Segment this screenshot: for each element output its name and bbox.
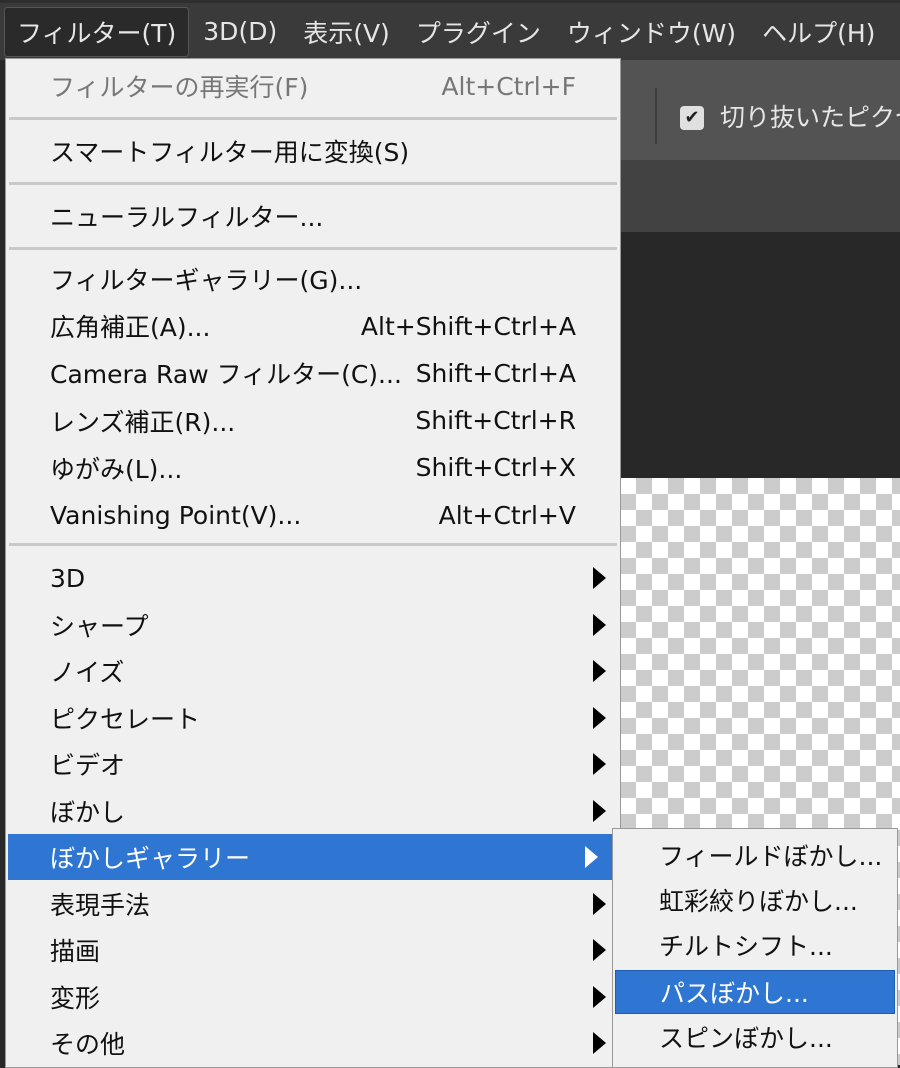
menu-item-label: ぼかしギャラリー (50, 844, 251, 873)
menu-item[interactable]: 変形 (6, 974, 620, 1020)
menu-item-label: 3D (50, 563, 86, 593)
chevron-right-icon (593, 567, 606, 589)
checkbox-label: 切り抜いたピクセル (720, 103, 900, 132)
menu-item-label: レンズ補正(R)... (50, 407, 236, 437)
menu-item[interactable]: ゆがみ(L)... Shift+Ctrl+X (6, 445, 620, 491)
menu-separator (9, 543, 617, 546)
menu-help[interactable]: ヘルプ(H) (750, 8, 887, 56)
menu-item-label: シャープ (50, 611, 149, 641)
menu-3d[interactable]: 3D(D) (191, 11, 289, 52)
submenu-item[interactable]: 虹彩絞りぼかし... (615, 878, 895, 922)
menu-separator (9, 182, 617, 185)
chevron-right-icon (585, 846, 598, 868)
menu-item-label: 描画 (50, 937, 101, 966)
submenu-item[interactable]: フィールドぼかし... (615, 833, 895, 877)
menu-item-shortcut: Shift+Ctrl+A (415, 358, 576, 388)
menu-item[interactable]: スマートフィルター用に変換(S) (6, 128, 620, 174)
menu-item[interactable]: レンズ補正(R)... Shift+Ctrl+R (6, 398, 620, 444)
chevron-right-icon (593, 1032, 606, 1054)
chevron-right-icon (593, 799, 606, 822)
menu-item-shortcut: Alt+Shift+Ctrl+A (360, 311, 576, 341)
menu-item-label: ピクセレート (50, 704, 201, 734)
menu-item: フィルターの再実行(F) Alt+Ctrl+F (6, 63, 620, 109)
filter-menu: フィルターの再実行(F) Alt+Ctrl+F スマートフィルター用に変換(S) ニュ… (5, 58, 621, 1068)
menu-item[interactable]: ぼかしギャラリー (8, 834, 612, 880)
menu-item-label: フィルターの再実行(F) (50, 73, 309, 102)
menu-view[interactable]: 表示(V) (291, 8, 402, 56)
menu-item[interactable]: その他 (6, 1020, 620, 1066)
menu-bar: フィルター(T) 3D(D) 表示(V) プラグイン ウィンドウ(W) ヘルプ(… (0, 0, 900, 60)
menu-item-shortcut: Alt+Ctrl+F (441, 71, 576, 101)
blur-gallery-submenu: フィールドぼかし... 虹彩絞りぼかし... チルトシフト... パスぼかし... スピ… (612, 828, 898, 1068)
menu-separator (9, 247, 617, 250)
menu-item[interactable]: ニューラルフィルター... (6, 193, 620, 239)
menu-item[interactable]: ぼかし (6, 788, 620, 834)
menu-item[interactable]: 表現手法 (6, 881, 620, 927)
menu-item[interactable]: ノイズ (6, 648, 620, 694)
chevron-right-icon (593, 706, 606, 729)
document-tab-bar (620, 160, 900, 232)
menu-item-shortcut: Shift+Ctrl+R (415, 406, 576, 436)
menu-item[interactable]: ピクセレート (6, 695, 620, 741)
submenu-item[interactable]: パスぼかし... (615, 970, 895, 1014)
menu-item[interactable]: シャープ (6, 602, 620, 648)
menu-plugins[interactable]: プラグイン (404, 8, 553, 56)
menu-item-label: Camera Raw フィルター(C)... (50, 360, 402, 390)
menu-item-label: 表現手法 (50, 890, 151, 920)
menu-item[interactable]: 3D (6, 555, 620, 601)
menu-item-label: ニューラルフィルター... (50, 203, 324, 232)
menu-item-label: 変形 (50, 983, 101, 1013)
menu-item-label: Vanishing Point(V)... (50, 500, 302, 530)
menu-item[interactable]: 描画 (6, 927, 620, 973)
menu-item[interactable]: Vanishing Point(V)... Alt+Ctrl+V (6, 492, 620, 538)
submenu-item[interactable]: スピンぼかし... (615, 1015, 895, 1059)
chevron-right-icon (593, 753, 606, 775)
chevron-right-icon (593, 613, 606, 636)
menu-item-label: ぼかし (50, 797, 126, 827)
menu-item[interactable]: フィルターギャラリー(G)... (6, 256, 620, 302)
menu-item-shortcut: Alt+Ctrl+V (438, 500, 576, 530)
menu-item-label: ゆがみ(L)... (50, 454, 183, 484)
menu-filter[interactable]: フィルター(T) (4, 6, 190, 57)
menu-item-label: ビデオ (50, 751, 126, 780)
menu-item-label: 広角補正(A)... (50, 313, 211, 343)
chevron-right-icon (593, 892, 606, 915)
chevron-right-icon (593, 939, 606, 961)
menu-item[interactable]: 広角補正(A)... Alt+Shift+Ctrl+A (6, 303, 620, 349)
toolbar-divider (655, 88, 657, 144)
menu-item-label: フィルターギャラリー(G)... (50, 266, 363, 295)
menu-item[interactable]: Camera Raw フィルター(C)... Shift+Ctrl+A (6, 350, 620, 396)
menu-item-label: その他 (50, 1030, 126, 1059)
menu-item-label: スマートフィルター用に変換(S) (50, 138, 410, 167)
menu-window[interactable]: ウィンドウ(W) (555, 8, 748, 56)
options-bar: ✔ 切り抜いたピクセル (620, 60, 900, 160)
chevron-right-icon (593, 660, 606, 682)
menu-item-shortcut: Shift+Ctrl+X (415, 453, 576, 483)
menu-item[interactable]: ビデオ (6, 741, 620, 787)
chevron-right-icon (593, 985, 606, 1008)
menu-item-label: ノイズ (50, 658, 125, 687)
delete-cropped-pixels-checkbox[interactable]: ✔ (680, 106, 704, 130)
submenu-item[interactable]: チルトシフト... (615, 923, 895, 967)
menu-separator (9, 117, 617, 120)
